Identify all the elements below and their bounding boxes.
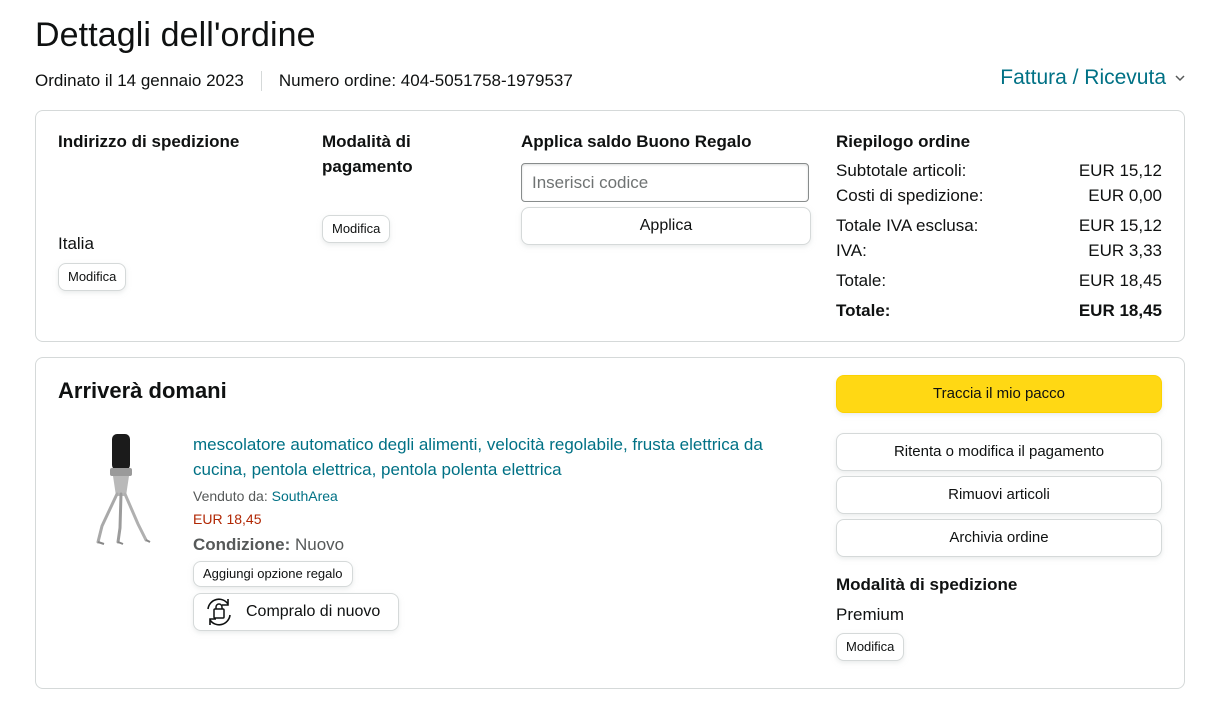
product-image[interactable] (88, 432, 154, 548)
shipment-box: Arriverà domani mescolatore automatico d… (35, 357, 1185, 689)
order-summary-title: Riepilogo ordine (836, 132, 971, 151)
edit-payment-button[interactable]: Modifica (322, 215, 391, 243)
meta-divider (260, 71, 262, 91)
gift-code-input[interactable] (521, 163, 809, 202)
summary-value: EUR 15,12 (1078, 161, 1162, 180)
chevron-down-icon (1175, 75, 1185, 82)
shipping-country: Italia (58, 234, 94, 253)
summary-row: Totale IVA esclusa: EUR 15,12 (836, 213, 1162, 238)
summary-row: Costi di spedizione: EUR 0,00 (836, 183, 1162, 208)
summary-value: EUR 18,45 (1078, 271, 1162, 290)
buy-again-icon (207, 598, 231, 626)
order-number: Numero ordine: 404-5051758-1979537 (278, 71, 573, 90)
summary-label: Totale: (836, 271, 887, 290)
payment-method-title: Modalità di pagamento (322, 132, 413, 176)
summary-row: Totale: EUR 18,45 (836, 268, 1162, 293)
condition-value: Nuovo (295, 535, 345, 554)
summary-label: Costi di spedizione: (836, 186, 984, 205)
summary-label: Totale IVA esclusa: (836, 216, 979, 235)
edit-shipping-method-button[interactable]: Modifica (836, 633, 905, 661)
order-info-box: Indirizzo di spedizione Italia Modifica … (35, 110, 1185, 342)
shipping-method-value: Premium (836, 605, 905, 624)
summary-label: Subtotale articoli: (836, 161, 967, 180)
summary-value: EUR 3,33 (1088, 241, 1162, 260)
summary-grand-total-row: Totale: EUR 18,45 (836, 298, 1162, 323)
apply-gift-code-button[interactable]: Applica (521, 207, 811, 245)
order-meta: Ordinato il 14 gennaio 2023 Numero ordin… (35, 71, 573, 91)
summary-label: Totale: (836, 301, 891, 320)
product-price: EUR 18,45 (193, 511, 262, 527)
summary-row: IVA: EUR 3,33 (836, 238, 1162, 263)
delivery-status: Arriverà domani (58, 378, 227, 403)
order-date: Ordinato il 14 gennaio 2023 (35, 71, 244, 90)
summary-value: EUR 0,00 (1088, 186, 1162, 205)
sold-by: Venduto da: SouthArea (193, 485, 793, 507)
track-package-button[interactable]: Traccia il mio pacco (836, 375, 1162, 413)
summary-label: IVA: (836, 241, 867, 260)
invoice-label: Fattura / Ricevuta (1000, 66, 1166, 89)
summary-row: Subtotale articoli: EUR 15,12 (836, 158, 1162, 183)
shipping-method-title: Modalità di spedizione (836, 575, 1018, 594)
seller-link[interactable]: SouthArea (272, 488, 338, 504)
shipment-actions: Traccia il mio pacco Ritenta o modifica … (836, 375, 1162, 661)
edit-address-button[interactable]: Modifica (58, 263, 127, 291)
buy-again-label: Compralo di nuovo (246, 603, 381, 620)
archive-order-button[interactable]: Archivia ordine (836, 519, 1162, 557)
summary-value: EUR 18,45 (1078, 301, 1162, 320)
summary-value: EUR 15,12 (1078, 216, 1162, 235)
shipping-address-title: Indirizzo di spedizione (58, 132, 240, 151)
remove-items-button[interactable]: Rimuovi articoli (836, 476, 1162, 514)
product-title-link[interactable]: mescolatore automatico degli alimenti, v… (193, 432, 793, 482)
order-summary: Riepilogo ordine Subtotale articoli: EUR… (836, 129, 1162, 323)
retry-payment-button[interactable]: Ritenta o modifica il pagamento (836, 433, 1162, 471)
invoice-dropdown[interactable]: Fattura / Ricevuta (1000, 66, 1186, 90)
product-info: mescolatore automatico degli alimenti, v… (193, 432, 793, 631)
gift-card-title: Applica saldo Buono Regalo (521, 132, 752, 151)
product-condition: Condizione: Nuovo (193, 532, 793, 557)
page-title: Dettagli dell'ordine (35, 16, 316, 54)
add-gift-option-button[interactable]: Aggiungi opzione regalo (193, 561, 353, 587)
sold-by-label: Venduto da: (193, 488, 268, 504)
buy-again-button[interactable]: Compralo di nuovo (193, 593, 399, 631)
condition-label: Condizione: (193, 535, 291, 554)
